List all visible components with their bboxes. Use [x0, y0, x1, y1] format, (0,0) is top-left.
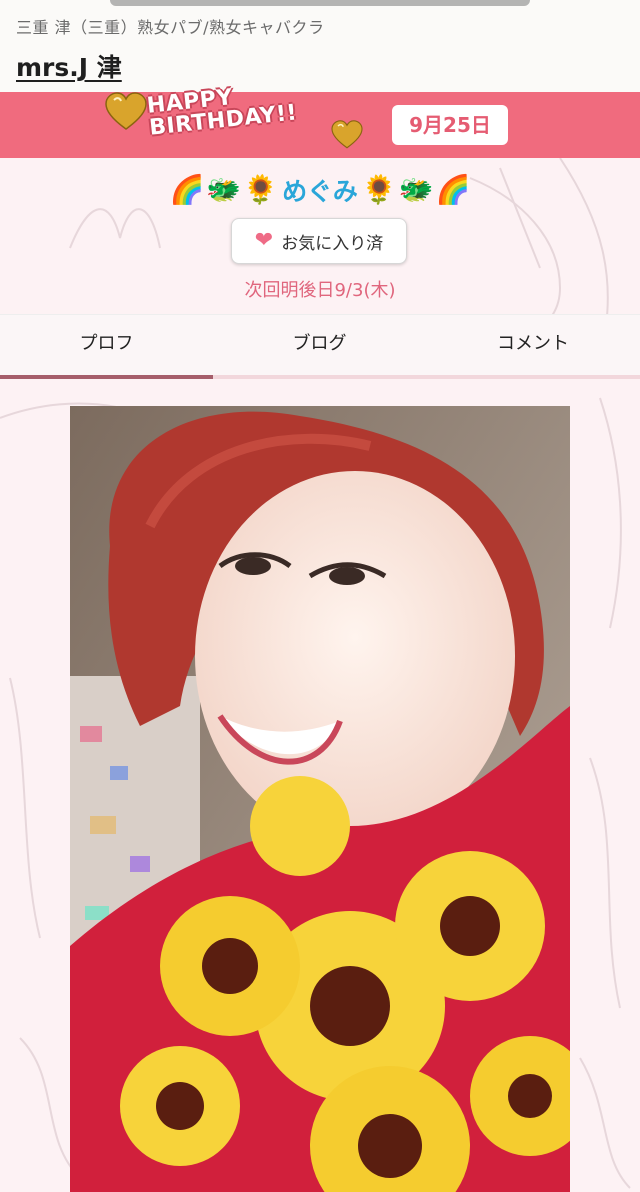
favorite-button[interactable]: ❤ お気に入り済: [231, 218, 407, 264]
status-bar-pill: [110, 0, 530, 6]
rainbow-icon: 🌈: [435, 173, 471, 206]
breadcrumb[interactable]: 三重 津（三重）熟女パブ/熟女キャバクラ: [16, 14, 324, 38]
cast-name-row: 🌈 🐲 🌻 めぐみ 🌻 🐲 🌈: [0, 168, 640, 212]
tab-underline: [0, 375, 640, 379]
cast-photo-illustration: [70, 406, 570, 1192]
dragon-icon: 🐲: [206, 173, 242, 206]
active-tab-indicator: [0, 375, 213, 379]
tab-comment[interactable]: コメント: [426, 315, 640, 375]
dragon-icon: 🐲: [398, 173, 434, 206]
profile-tabs: プロフ ブログ コメント: [0, 314, 640, 379]
rainbow-icon: 🌈: [169, 173, 205, 206]
tab-profile[interactable]: プロフ: [0, 315, 213, 375]
sunflower-icon: 🌻: [361, 173, 397, 206]
shop-name-link[interactable]: mrs.J 津: [16, 48, 122, 84]
cast-photo[interactable]: [70, 406, 570, 1192]
favorite-label: お気に入り済: [281, 233, 384, 254]
next-attendance: 次回明後日9/3(木): [244, 280, 396, 301]
tab-blog[interactable]: ブログ: [213, 315, 426, 375]
gold-heart-icon: [105, 92, 147, 130]
birthday-date: 9月25日: [392, 105, 508, 145]
cast-name: めぐみ: [282, 177, 358, 206]
gold-heart-icon: [331, 120, 363, 149]
heart-icon: ❤: [254, 228, 274, 253]
sunflower-icon: 🌻: [243, 173, 279, 206]
